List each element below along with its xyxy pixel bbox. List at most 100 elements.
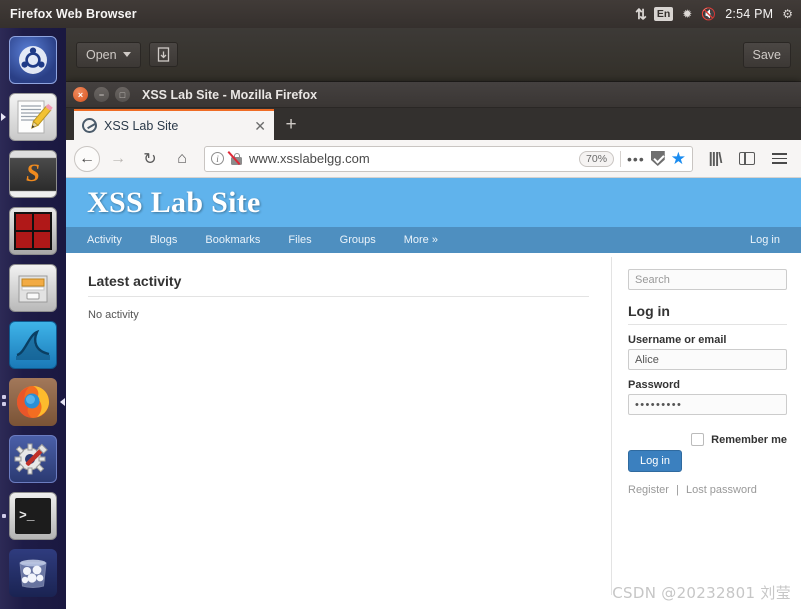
- nav-item-more[interactable]: More »: [390, 234, 452, 246]
- no-activity-text: No activity: [88, 309, 139, 321]
- launcher-item-system-settings[interactable]: [0, 430, 66, 487]
- active-app-title: Firefox Web Browser: [10, 7, 137, 21]
- watermark-text: CSDN @20232801 刘莹: [612, 584, 791, 602]
- new-tab-button[interactable]: +: [274, 109, 308, 140]
- main-content-column: Latest activity No activity: [66, 253, 611, 609]
- gear-wrench-icon: [9, 434, 57, 483]
- firefox-tabstrip: XSS Lab Site ✕ +: [66, 108, 801, 140]
- launcher-item-firefox[interactable]: [0, 373, 66, 430]
- hamburger-menu-icon[interactable]: [765, 145, 793, 173]
- login-heading: Log in: [628, 303, 787, 325]
- launcher-item-file-manager[interactable]: [0, 259, 66, 316]
- back-icon[interactable]: ←: [74, 145, 100, 172]
- unity-top-panel: Firefox Web Browser ⇅ En ✹ 🔇 2:54 PM ⚙: [0, 0, 801, 28]
- ubuntu-logo-icon: [9, 35, 57, 84]
- firefox-window-title: XSS Lab Site - Mozilla Firefox: [142, 87, 318, 102]
- home-icon[interactable]: ⌂: [168, 145, 196, 173]
- launcher-item-terminal[interactable]: >_: [0, 487, 66, 544]
- site-title: XSS Lab Site: [87, 185, 261, 219]
- url-text[interactable]: www.xsslabelgg.com: [249, 151, 573, 166]
- search-input[interactable]: Search: [628, 269, 787, 290]
- window-minimize-button[interactable]: −: [94, 87, 109, 102]
- library-icon[interactable]: |||\: [701, 145, 729, 173]
- editor-save-button[interactable]: Save: [742, 41, 791, 68]
- zoom-level-badge[interactable]: 70%: [579, 150, 615, 167]
- launcher-item-ubuntu-dash[interactable]: [0, 31, 66, 88]
- volume-muted-icon[interactable]: 🔇: [701, 8, 716, 20]
- nav-item-files[interactable]: Files: [274, 234, 325, 246]
- username-label: Username or email: [628, 334, 727, 346]
- nav-item-activity[interactable]: Activity: [87, 234, 136, 246]
- page-info-icon[interactable]: i: [211, 152, 224, 165]
- page-body: Latest activity No activity Search Log i…: [66, 253, 801, 609]
- launcher-focused-arrow-right: [60, 397, 65, 406]
- nav-item-groups[interactable]: Groups: [326, 234, 390, 246]
- new-document-icon: [157, 47, 169, 62]
- firefox-window: × − □ XSS Lab Site - Mozilla Firefox XSS…: [66, 82, 801, 609]
- reload-icon[interactable]: ↻: [136, 145, 164, 173]
- unity-launcher: S >_: [0, 28, 66, 609]
- site-navigation-bar: Activity Blogs Bookmarks Files Groups Mo…: [66, 227, 801, 253]
- remember-me-row: Remember me: [628, 433, 787, 446]
- page-actions-icon[interactable]: •••: [627, 152, 645, 166]
- wireshark-fin-icon: [9, 320, 57, 369]
- firefox-icon: [9, 377, 57, 426]
- clock-indicator[interactable]: 2:54 PM: [725, 7, 773, 21]
- nav-login-link[interactable]: Log in: [750, 234, 780, 246]
- remember-me-checkbox[interactable]: [691, 433, 705, 446]
- document-pencil-icon: [9, 92, 57, 141]
- firefox-navigation-toolbar: ← → ↻ ⌂ i www.xsslabelgg.com 70% ••• ★ |…: [66, 140, 801, 178]
- power-gear-icon[interactable]: ⚙: [782, 8, 793, 20]
- browser-tab-xss-lab-site[interactable]: XSS Lab Site ✕: [74, 109, 274, 140]
- chevron-down-icon: [122, 52, 131, 57]
- launcher-item-sublime-text[interactable]: S: [0, 145, 66, 202]
- launcher-item-trash[interactable]: [0, 544, 66, 601]
- desktop-screen: Firefox Web Browser ⇅ En ✹ 🔇 2:54 PM ⚙ S…: [0, 0, 801, 609]
- forward-icon[interactable]: →: [104, 145, 132, 173]
- latest-activity-heading: Latest activity: [88, 273, 182, 289]
- remember-me-label: Remember me: [711, 433, 787, 446]
- launcher-item-wireshark[interactable]: [0, 316, 66, 373]
- top-panel-indicators: ⇅ En ✹ 🔇 2:54 PM ⚙: [635, 7, 801, 21]
- terminal-prompt-icon: >_: [9, 491, 57, 540]
- editor-save-label: Save: [752, 47, 782, 62]
- window-close-button[interactable]: ×: [73, 87, 88, 102]
- lost-password-link[interactable]: Lost password: [686, 484, 757, 496]
- trash-bin-icon: [9, 548, 57, 597]
- launcher-pip-1: [2, 395, 6, 399]
- bookmark-star-icon[interactable]: ★: [671, 150, 686, 167]
- links-separator: |: [676, 484, 679, 496]
- pocket-shield-icon[interactable]: [650, 151, 665, 166]
- password-input[interactable]: •••••••••: [628, 394, 787, 415]
- register-link[interactable]: Register: [628, 484, 669, 496]
- sidebar-column: Search Log in Username or email Alice Pa…: [612, 253, 801, 609]
- keyboard-language-indicator[interactable]: En: [653, 7, 674, 21]
- browser-tab-close-icon[interactable]: ✕: [254, 119, 266, 133]
- sidebar-links: Register | Lost password: [628, 484, 787, 496]
- sidebar-toggle-icon[interactable]: [733, 145, 761, 173]
- file-cabinet-icon: [9, 263, 57, 312]
- launcher-item-text-editor[interactable]: [0, 88, 66, 145]
- editor-new-document-button[interactable]: [148, 42, 178, 67]
- insecure-lock-icon[interactable]: [227, 150, 243, 166]
- web-page-viewport: XSS Lab Site Activity Blogs Bookmarks Fi…: [66, 178, 801, 609]
- editor-open-label: Open: [86, 47, 117, 62]
- launcher-item-virtual-machines[interactable]: [0, 202, 66, 259]
- site-header: XSS Lab Site: [66, 178, 801, 227]
- nav-item-bookmarks[interactable]: Bookmarks: [191, 234, 274, 246]
- password-label: Password: [628, 379, 680, 391]
- editor-headerbar: Open Save: [66, 28, 801, 82]
- username-input[interactable]: Alice: [628, 349, 787, 370]
- editor-open-button[interactable]: Open: [76, 41, 141, 68]
- nav-item-blogs[interactable]: Blogs: [136, 234, 192, 246]
- sublime-s-icon: S: [9, 149, 57, 198]
- firefox-titlebar: × − □ XSS Lab Site - Mozilla Firefox: [66, 82, 801, 108]
- red-screens-icon: [9, 206, 57, 255]
- url-bar[interactable]: i www.xsslabelgg.com 70% ••• ★: [204, 145, 693, 172]
- login-submit-button[interactable]: Log in: [628, 450, 682, 472]
- urlbar-divider: [620, 150, 622, 167]
- window-maximize-button[interactable]: □: [115, 87, 130, 102]
- bluetooth-icon[interactable]: ✹: [682, 8, 692, 20]
- network-updown-icon[interactable]: ⇅: [635, 7, 647, 21]
- elgg-favicon-icon: [82, 118, 97, 133]
